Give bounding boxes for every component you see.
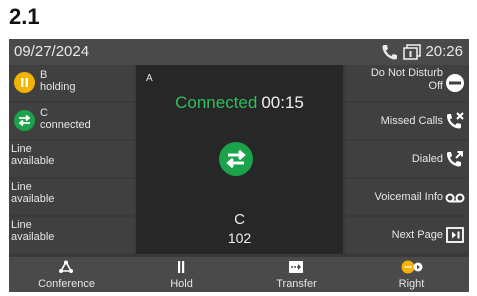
line-indicator-icon	[403, 43, 422, 60]
feature-keys: Do Not Disturb Off Missed Calls Dialed V…	[345, 65, 469, 254]
hold-icon	[178, 261, 185, 273]
do-not-disturb-key[interactable]: Do Not Disturb Off	[345, 65, 469, 101]
line-text: Line available	[11, 181, 54, 205]
phone-handset-icon	[382, 44, 398, 59]
call-timer: 00:15	[261, 93, 304, 112]
line-label-a: A	[146, 73, 153, 84]
connected-label: Connected	[175, 93, 258, 112]
missed-calls-label: Missed Calls	[380, 115, 443, 127]
transfer-icon	[289, 261, 303, 273]
line-key-call-b[interactable]: B holding	[9, 65, 135, 101]
call-c-state: connected	[40, 119, 91, 131]
line-status: available	[11, 193, 55, 205]
status-time: 20:26	[425, 43, 463, 60]
call-b-name: B	[40, 69, 48, 81]
dialed-key[interactable]: Dialed	[345, 141, 469, 177]
hold-softkey[interactable]: Hold	[124, 257, 239, 292]
phone-screen: 09/27/2024 20:26 B holding C connected L…	[9, 39, 469, 292]
call-c-text: C connected	[40, 107, 91, 131]
line-status: available	[11, 231, 55, 243]
page-heading: 2.1	[9, 4, 40, 29]
transfer-arrows-icon	[14, 110, 35, 131]
line-label: Line	[11, 143, 32, 155]
callee-number: 102	[227, 230, 252, 246]
voicemail-label: Voicemail Info	[374, 191, 443, 203]
active-call-panel: A Connected 00:15 C 102	[136, 65, 343, 254]
line-key-available[interactable]: Line available	[9, 141, 135, 177]
missed-calls-icon	[447, 112, 464, 129]
line-label: Line	[11, 181, 32, 193]
line-key-available[interactable]: Line available	[9, 179, 135, 215]
line-status: available	[11, 155, 55, 167]
dnd-title: Do Not Disturb	[370, 67, 443, 79]
dnd-label: Do Not Disturb Off	[371, 67, 443, 93]
line-key-call-c[interactable]: C connected	[9, 103, 135, 139]
next-page-key[interactable]: Next Page	[345, 217, 469, 253]
do-not-disturb-icon	[446, 74, 464, 92]
transfer-softkey[interactable]: Transfer	[239, 257, 354, 292]
dialed-calls-icon	[447, 151, 463, 167]
transfer-label: Transfer	[276, 278, 317, 290]
status-bar: 09/27/2024 20:26	[9, 39, 469, 65]
right-softkey[interactable]: Right	[354, 257, 469, 292]
line-keys: B holding C connected Line available Lin…	[9, 65, 135, 254]
status-date: 09/27/2024	[14, 43, 90, 60]
line-key-available[interactable]: Line available	[9, 217, 135, 253]
voicemail-info-key[interactable]: Voicemail Info	[345, 179, 469, 215]
dialed-label: Dialed	[411, 153, 443, 165]
line-text: Line available	[11, 219, 54, 243]
hold-icon	[14, 72, 35, 93]
transfer-arrows-icon	[219, 142, 253, 176]
missed-calls-key[interactable]: Missed Calls	[345, 103, 469, 139]
line-label: Line	[11, 219, 32, 231]
more-options-icon	[401, 260, 423, 274]
call-status-line: Connected 00:15	[136, 93, 343, 113]
call-b-state: holding	[40, 81, 76, 93]
next-page-icon	[446, 227, 464, 243]
conference-label: Conference	[38, 278, 95, 290]
softkey-bar: Conference Hold Transfer Right	[9, 257, 469, 292]
right-label: Right	[398, 278, 425, 290]
status-right: 20:26	[381, 43, 463, 60]
call-c-name: C	[40, 107, 48, 119]
call-b-text: B holding	[40, 69, 75, 93]
dnd-state: Off	[428, 80, 443, 92]
conference-softkey[interactable]: Conference	[9, 257, 124, 292]
hold-label: Hold	[170, 278, 193, 290]
callee-name: C	[234, 211, 245, 228]
line-text: Line available	[11, 143, 54, 167]
voicemail-icon	[445, 193, 465, 203]
conference-icon	[59, 260, 73, 273]
next-page-label: Next Page	[391, 229, 443, 241]
